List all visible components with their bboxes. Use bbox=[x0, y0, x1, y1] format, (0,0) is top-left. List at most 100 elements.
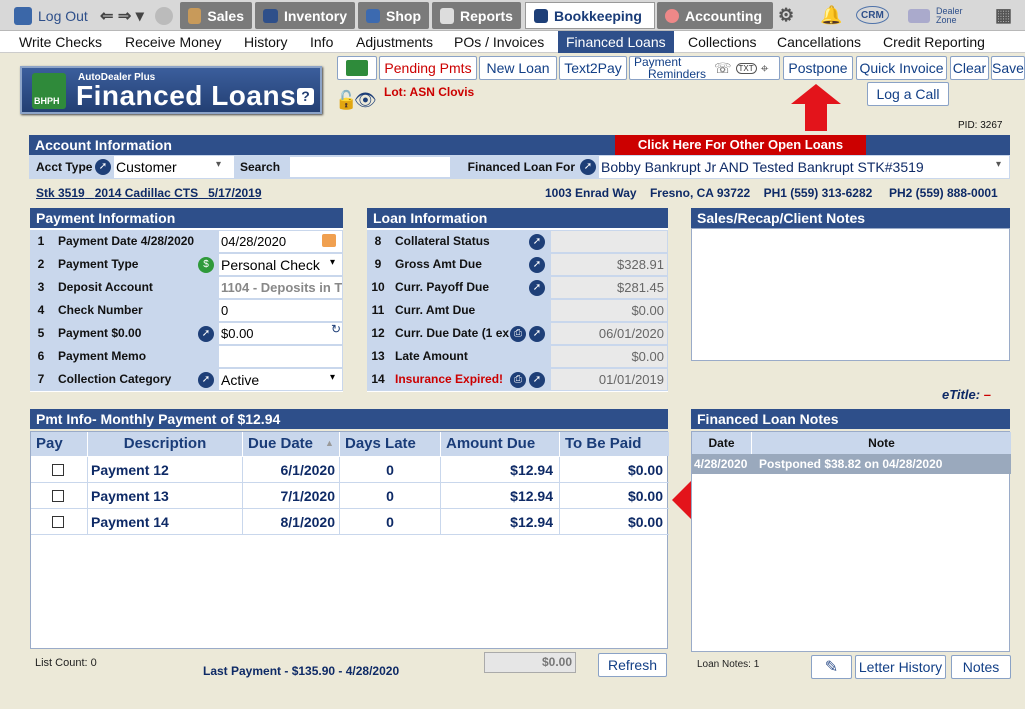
tab-info[interactable]: Info bbox=[310, 34, 333, 50]
arrow-icon[interactable]: ➚ bbox=[95, 159, 111, 175]
write-note-button[interactable]: ✎ bbox=[811, 655, 852, 679]
arrow-icon[interactable]: ➚ bbox=[198, 372, 214, 388]
tab-pos-invoices[interactable]: POs / Invoices bbox=[454, 34, 544, 50]
save-button[interactable]: Save bbox=[991, 56, 1025, 80]
financed-for-select[interactable]: Bobby Bankrupt Jr AND Tested Bankrupt ST… bbox=[599, 156, 989, 178]
gross-amt-due-value: $328.91 bbox=[550, 253, 668, 276]
arrow-icon[interactable]: ➚ bbox=[580, 159, 596, 175]
payment-amount-input[interactable]: $0.00 bbox=[218, 322, 343, 345]
vehicle-link[interactable]: Stk 3519 2014 Cadillac CTS 5/17/2019 bbox=[36, 186, 262, 200]
calculator-icon[interactable]: ▦ bbox=[995, 2, 1012, 29]
loan-info-panel: 8 Collateral Status ➚ 9 Gross Amt Due ➚ … bbox=[367, 228, 668, 392]
nav-shop[interactable]: Shop bbox=[358, 2, 429, 29]
curr-due-date-value: 06/01/2020 bbox=[550, 322, 668, 345]
note-row[interactable]: 4/28/2020 Postponed $38.82 on 04/28/2020 bbox=[692, 454, 1011, 474]
tab-collections[interactable]: Collections bbox=[688, 34, 756, 50]
payment-date-label: Payment Date 4/28/2020 bbox=[52, 230, 218, 253]
curr-amt-due-row: 11 Curr. Amt Due $0.00 bbox=[367, 299, 668, 322]
pay-checkbox[interactable] bbox=[52, 490, 64, 502]
tab-credit-reporting[interactable]: Credit Reporting bbox=[883, 34, 985, 50]
to-be-paid-cell[interactable]: $0.00 bbox=[560, 509, 669, 535]
calendar-icon[interactable] bbox=[322, 234, 336, 247]
collateral-status-row: 8 Collateral Status ➚ bbox=[367, 230, 668, 253]
payment-amount-row: 5 Payment $0.00 ➚ $0.00 ↻ bbox=[30, 322, 343, 345]
nav-sales[interactable]: Sales bbox=[180, 2, 252, 29]
payment-reminders-button[interactable]: Payment Reminders ☏ TXT ⌖ bbox=[629, 56, 780, 80]
new-loan-button[interactable]: New Loan bbox=[479, 56, 557, 80]
refresh-icon[interactable]: ↻ bbox=[331, 322, 341, 336]
other-open-loans-button[interactable]: Click Here For Other Open Loans bbox=[615, 135, 866, 155]
dealer-zone-button[interactable]: Dealer Zone bbox=[908, 2, 963, 29]
page-title: Financed Loans bbox=[76, 80, 297, 111]
dollar-icon: $ bbox=[198, 257, 214, 273]
postpone-button[interactable]: Postpone bbox=[783, 56, 853, 80]
back-forward-arrows[interactable]: ⇐ ⇒ ▾ bbox=[100, 2, 144, 29]
search-input[interactable] bbox=[289, 156, 451, 178]
sales-notes-area[interactable] bbox=[691, 228, 1010, 361]
arrow-icon[interactable]: ➚ bbox=[529, 257, 545, 273]
tab-adjustments[interactable]: Adjustments bbox=[356, 34, 433, 50]
txt-icon: TXT bbox=[735, 62, 757, 74]
eye-icon[interactable]: 👁 bbox=[354, 90, 377, 111]
pay-checkbox[interactable] bbox=[52, 516, 64, 528]
bhph-badge: BHPH bbox=[34, 96, 60, 106]
red-arrow-up-shaft bbox=[805, 103, 827, 131]
bell-icon[interactable]: 🔔 bbox=[820, 2, 842, 29]
clear-button[interactable]: Clear bbox=[950, 56, 989, 80]
notes-button[interactable]: Notes bbox=[951, 655, 1011, 679]
col-note-date: Date bbox=[692, 432, 752, 454]
help-icon[interactable]: ? bbox=[297, 88, 314, 105]
arrow-icon[interactable]: ➚ bbox=[529, 280, 545, 296]
pmt-info-table: Pay Description Due Date ▲ Days Late Amo… bbox=[30, 431, 669, 649]
lot-label: Lot: ASN Clovis bbox=[384, 85, 475, 99]
financed-for-label: Financed Loan For bbox=[451, 156, 599, 178]
unlock-icon[interactable]: 🔓 bbox=[335, 90, 357, 110]
payment-memo-row: 6 Payment Memo bbox=[30, 345, 343, 368]
pending-pmts-button[interactable]: Pending Pmts bbox=[379, 56, 477, 80]
curr-due-date-row: 12 Curr. Due Date (1 ex ⎙ ➚ 06/01/2020 bbox=[367, 322, 668, 345]
arrow-icon[interactable]: ➚ bbox=[529, 372, 545, 388]
nav-inventory[interactable]: Inventory bbox=[255, 2, 355, 29]
tab-financed-loans[interactable]: Financed Loans bbox=[558, 31, 674, 53]
logout-link[interactable]: Log Out bbox=[14, 2, 88, 29]
account-info-header: Account Information bbox=[29, 135, 615, 155]
log-a-call-button[interactable]: Log a Call bbox=[867, 82, 949, 106]
tab-receive-money[interactable]: Receive Money bbox=[125, 34, 222, 50]
nav-accounting[interactable]: Accounting bbox=[657, 2, 773, 29]
arrow-icon[interactable]: ➚ bbox=[198, 326, 214, 342]
payment-memo-input[interactable] bbox=[218, 345, 343, 368]
sales-icon bbox=[188, 7, 202, 24]
settings-gear-icon[interactable]: ⚙ bbox=[778, 2, 794, 29]
print-icon[interactable]: ⎙ bbox=[510, 372, 526, 388]
list-count: List Count: 0 bbox=[35, 657, 97, 669]
account-search-row: Acct Type ➚ Customer ▾ Search Financed L… bbox=[29, 155, 1010, 179]
pen-icon: ✎ bbox=[824, 659, 839, 676]
open-folder-button[interactable] bbox=[337, 56, 377, 80]
letter-history-button[interactable]: Letter History bbox=[855, 655, 946, 679]
nav-reports[interactable]: Reports bbox=[432, 2, 521, 29]
to-be-paid-cell[interactable]: $0.00 bbox=[560, 457, 669, 483]
print-icon[interactable]: ⎙ bbox=[510, 326, 526, 342]
check-number-input[interactable]: 0 bbox=[218, 299, 343, 322]
pay-checkbox[interactable] bbox=[52, 464, 64, 476]
to-be-paid-cell[interactable]: $0.00 bbox=[560, 483, 669, 509]
tab-cancellations[interactable]: Cancellations bbox=[777, 34, 861, 50]
collection-category-select[interactable]: Active bbox=[218, 368, 343, 391]
arrow-icon[interactable]: ➚ bbox=[529, 326, 545, 342]
col-pay: Pay bbox=[31, 432, 88, 456]
quick-invoice-button[interactable]: Quick Invoice bbox=[856, 56, 947, 80]
deposit-account-select[interactable]: 1104 - Deposits in T bbox=[218, 276, 343, 299]
tab-write-checks[interactable]: Write Checks bbox=[19, 34, 102, 50]
refresh-button[interactable]: Refresh bbox=[598, 653, 667, 677]
payment-type-select[interactable]: Personal Check bbox=[218, 253, 343, 276]
user-avatar-icon[interactable] bbox=[155, 2, 179, 29]
nav-bookkeeping[interactable]: Bookkeeping bbox=[525, 2, 655, 29]
tab-history[interactable]: History bbox=[244, 34, 288, 50]
crm-button[interactable]: CRM bbox=[856, 6, 889, 24]
arrow-icon[interactable]: ➚ bbox=[529, 234, 545, 250]
folder-icon bbox=[346, 60, 368, 76]
text2pay-button[interactable]: Text2Pay bbox=[559, 56, 627, 80]
col-days-late: Days Late bbox=[340, 432, 441, 456]
check-number-row: 4 Check Number 0 bbox=[30, 299, 343, 322]
dealer-zone-icon bbox=[908, 8, 930, 23]
